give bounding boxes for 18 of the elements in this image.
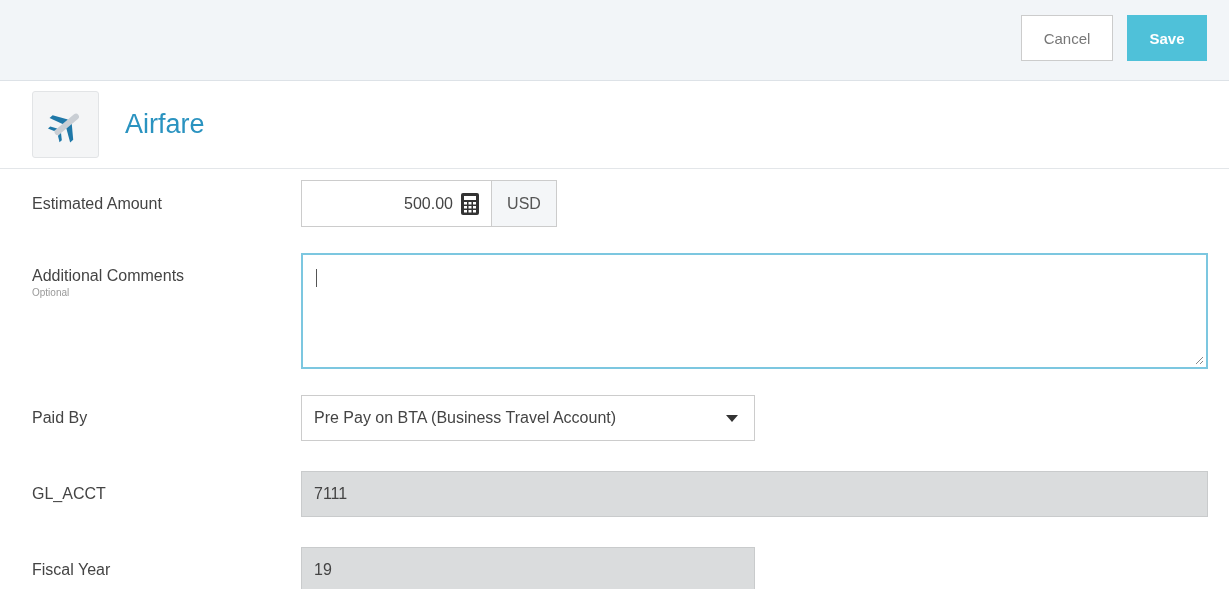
- readonly-field: 19: [301, 547, 755, 589]
- amount-field[interactable]: 500.00: [301, 180, 492, 227]
- optional-hint: Optional: [32, 287, 71, 298]
- caret-icon: [726, 414, 738, 422]
- page-title: Airfare: [125, 109, 205, 140]
- resize-grip-icon[interactable]: [1195, 356, 1204, 365]
- field-label: Paid By: [32, 409, 89, 427]
- field-label: GL_ACCT: [32, 485, 107, 503]
- readonly-field: 7111: [301, 471, 1208, 517]
- comments-field[interactable]: [301, 253, 1208, 369]
- paid-by-dropdown[interactable]: Pre Pay on BTA (Business Travel Account): [301, 395, 755, 441]
- field-label: Additional Comments: [32, 267, 186, 285]
- airplane-icon: [32, 91, 99, 158]
- field-label: Estimated Amount: [32, 194, 163, 213]
- calculator-icon[interactable]: [461, 192, 479, 215]
- currency-label: USD: [492, 180, 557, 227]
- toolbar-button[interactable]: Cancel: [1021, 15, 1113, 61]
- field-label: Fiscal Year: [32, 561, 112, 579]
